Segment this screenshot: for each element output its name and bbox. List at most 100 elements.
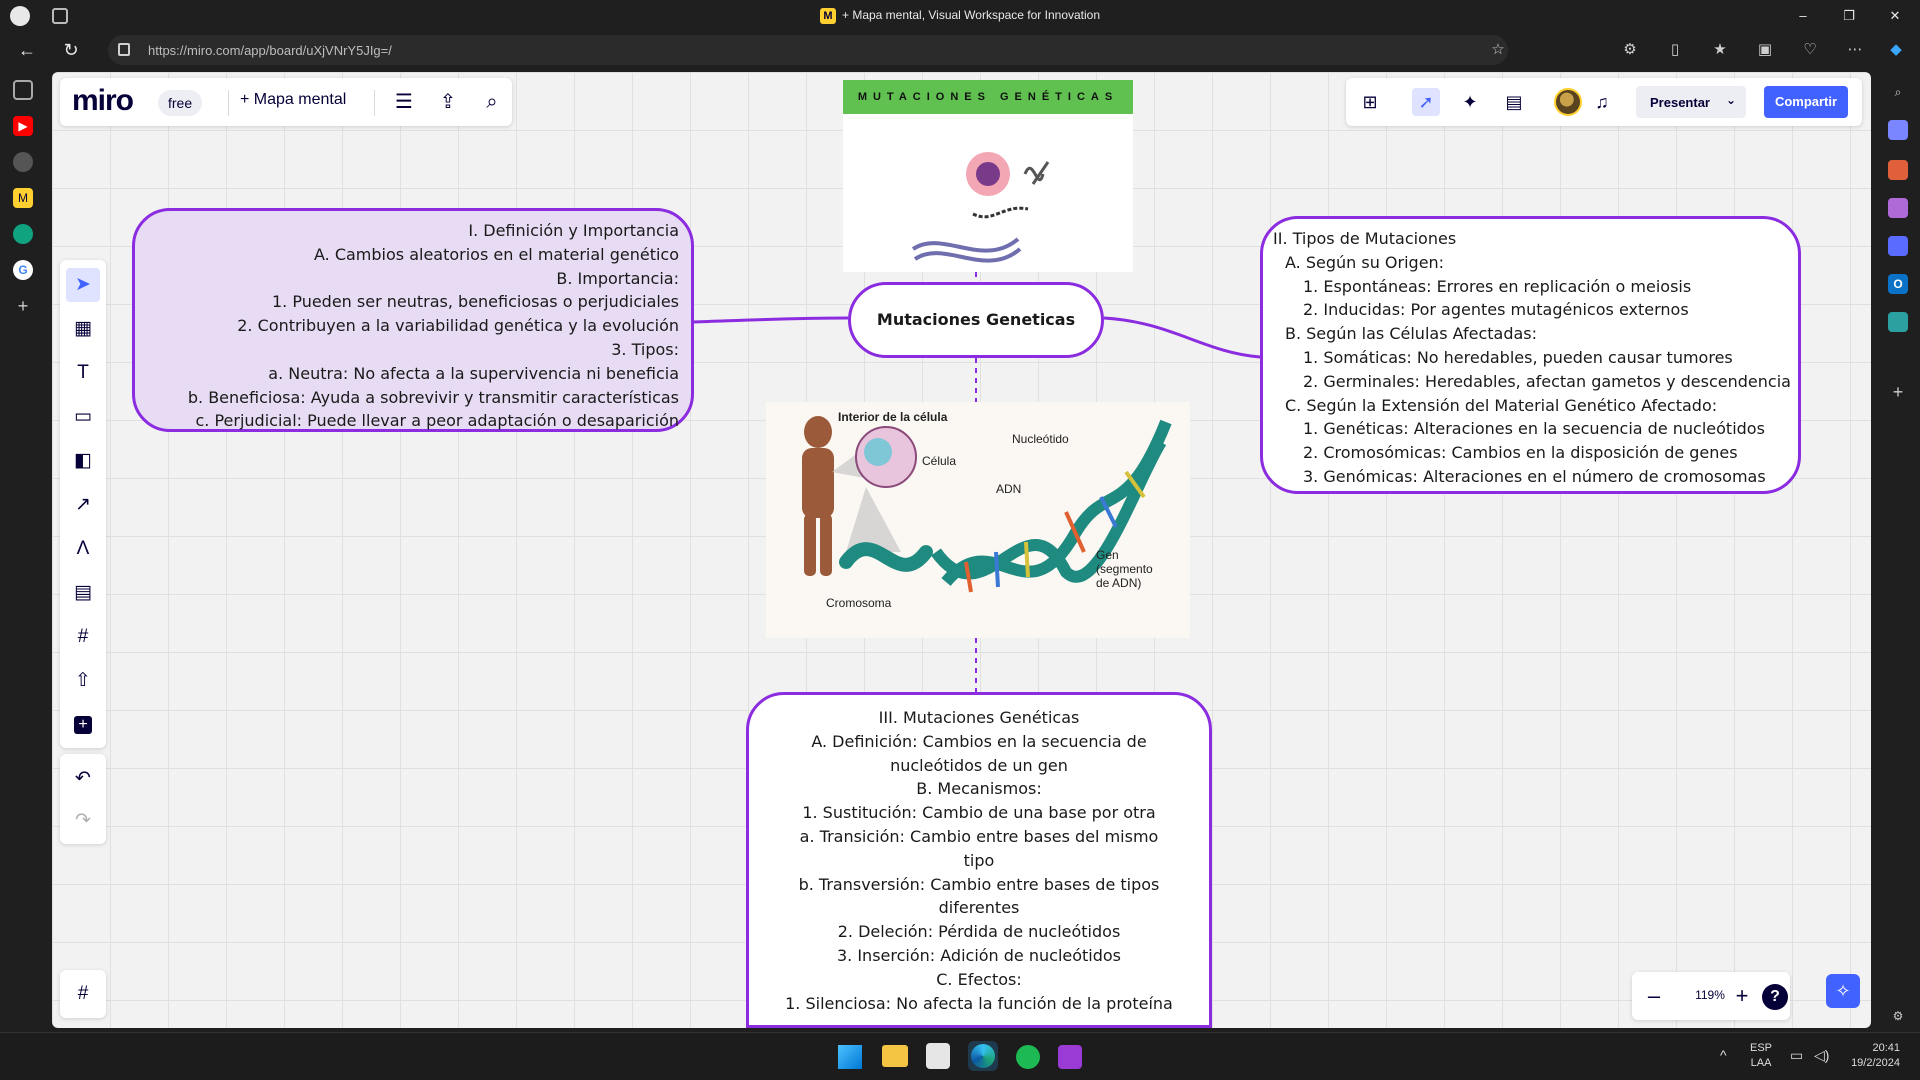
frames-panel: # (60, 970, 106, 1018)
clock[interactable]: 20:41 19/2/2024 (1840, 1041, 1900, 1071)
app-icon[interactable] (13, 152, 33, 172)
store-icon[interactable] (926, 1043, 950, 1069)
redo-icon[interactable]: ↷ (66, 804, 100, 838)
templates-icon[interactable]: ▦ (66, 312, 100, 346)
comment-icon[interactable]: ▤ (66, 576, 100, 610)
add-tab-icon[interactable]: + (13, 296, 33, 316)
notifications-icon[interactable]: ♫ (1588, 88, 1616, 116)
topic-node-types[interactable]: II. Tipos de Mutaciones A. Según su Orig… (1260, 216, 1801, 494)
favorites-icon[interactable]: ★ (1710, 40, 1730, 60)
connector-line-icon[interactable]: ↗ (66, 488, 100, 522)
edge-icon (971, 1044, 995, 1068)
close-window-button[interactable]: ✕ (1872, 4, 1918, 28)
collections-icon[interactable]: ▣ (1755, 40, 1775, 60)
collaboration-toolbar: ⊞ ➚ ✦ ▤ ♫ Presentar ⌄ Compartir (1346, 78, 1862, 126)
tools-icon[interactable] (1888, 160, 1908, 180)
chatgpt-icon[interactable] (13, 224, 33, 244)
share-button[interactable]: Compartir (1764, 86, 1848, 118)
refresh-icon[interactable]: ↻ (58, 38, 84, 64)
url-field[interactable]: https://miro.com/app/board/uXjVNrY5JIg=/ (108, 35, 1508, 65)
topic-node-definition[interactable]: I. Definición y Importancia A. Cambios a… (132, 208, 694, 432)
shapes-icon[interactable]: ◧ (66, 444, 100, 478)
split-screen-icon[interactable]: ▯ (1665, 40, 1685, 60)
miro-tab-icon[interactable]: M (13, 188, 33, 208)
url-text: https://miro.com/app/board/uXjVNrY5JIg=/ (148, 43, 392, 58)
more-tools-icon[interactable]: + (74, 716, 92, 734)
edge-taskbar-item[interactable] (968, 1041, 998, 1071)
extensions-icon[interactable]: ⚙ (1620, 40, 1640, 60)
undo-redo-panel: ↶ ↷ (60, 754, 106, 844)
file-explorer-icon[interactable] (882, 1045, 908, 1067)
search-sidebar-icon[interactable]: ⌕ (1888, 82, 1908, 102)
copilot-sidebar-icon[interactable] (1888, 236, 1908, 256)
select-tool-icon[interactable]: ➤ (66, 268, 100, 302)
mutations-infographic-image[interactable]: MUTACIONES GENÉTICAS (843, 80, 1133, 272)
zoom-controls: – 119% + ? (1632, 972, 1790, 1020)
node-line: 1. Espontáneas: Errores en replicación o… (1303, 276, 1692, 296)
restore-button[interactable]: ❐ (1826, 4, 1872, 28)
more-icon[interactable]: ⋯ (1845, 40, 1865, 60)
reactions-icon[interactable]: ✦ (1456, 88, 1484, 116)
youtube-icon[interactable]: ▶ (13, 116, 33, 136)
browser-essentials-icon[interactable]: ♡ (1800, 40, 1820, 60)
follow-cursor-icon[interactable]: ➚ (1412, 88, 1440, 116)
minimize-button[interactable]: – (1780, 4, 1826, 28)
app-taskbar-icon[interactable] (1058, 1045, 1082, 1069)
label-chromosome: Cromosoma (826, 596, 892, 610)
frames-icon[interactable]: # (66, 977, 100, 1011)
node-line: a. Transición: Cambio entre bases del mi… (799, 826, 1159, 870)
node-line: 1. Pueden ser neutras, beneficiosas o pe… (271, 292, 679, 312)
pen-icon[interactable]: Λ (66, 532, 100, 566)
star-icon[interactable]: ☆ (1488, 40, 1508, 60)
windows-start-icon[interactable] (838, 1045, 862, 1069)
drop-icon[interactable] (1888, 312, 1908, 332)
avatar[interactable] (1554, 88, 1582, 116)
workspaces-icon[interactable] (13, 80, 33, 100)
topic-node-genetic-mutations[interactable]: III. Mutaciones Genéticas A. Definición:… (746, 692, 1212, 1028)
text-tool-icon[interactable]: T (66, 356, 100, 390)
chevron-up-icon[interactable]: ^ (1720, 1047, 1727, 1063)
back-arrow-icon[interactable]: ← (14, 38, 40, 64)
zoom-in-button[interactable]: + (1730, 984, 1754, 1008)
comments-icon[interactable]: ▤ (1500, 88, 1528, 116)
menu-icon[interactable]: ☰ (392, 90, 416, 114)
tag-icon[interactable] (1888, 120, 1908, 140)
label-dna: ADN (996, 482, 1022, 496)
divider (374, 90, 375, 116)
volume-icon[interactable]: ◁) (1814, 1047, 1829, 1064)
network-icon[interactable]: ▭ (1790, 1047, 1803, 1064)
present-button[interactable]: Presentar ⌄ (1636, 86, 1746, 118)
plan-badge[interactable]: free (158, 90, 203, 116)
zoom-level[interactable]: 119% (1690, 988, 1730, 1002)
connector-right (1103, 316, 1261, 359)
search-icon[interactable]: ⌕ (480, 90, 504, 114)
node-line: A. Definición: Cambios en la secuencia d… (811, 731, 1147, 775)
apps-icon[interactable]: ⊞ (1356, 88, 1384, 116)
connector-left (693, 316, 849, 324)
sticky-note-icon[interactable]: ▭ (66, 400, 100, 434)
cell-dna-illustration (911, 152, 1050, 263)
central-topic-node[interactable]: Mutaciones Geneticas (848, 282, 1104, 358)
board-name[interactable]: + Mapa mental (240, 91, 346, 109)
google-icon[interactable]: G (13, 260, 33, 280)
outlook-icon[interactable]: O (1888, 274, 1908, 294)
miro-board-canvas[interactable]: miro free + Mapa mental ☰ ⇪ ⌕ ⊞ ➚ ✦ ▤ ♫ … (52, 72, 1871, 1028)
node-line: b. Beneficiosa: Ayuda a sobrevivir y tra… (187, 387, 679, 407)
frame-icon[interactable]: # (66, 620, 100, 654)
miro-logo[interactable]: miro (72, 84, 134, 118)
export-icon[interactable]: ⇪ (436, 90, 460, 114)
dna-cell-diagram-image[interactable]: Interior de la célula Célula Nucleótido … (766, 402, 1190, 638)
sidebar-settings-icon[interactable]: ⚙ (1888, 1006, 1908, 1026)
help-button[interactable]: ? (1762, 984, 1788, 1010)
copilot-icon[interactable]: ◆ (1886, 40, 1906, 60)
ai-assist-button[interactable]: ✧ (1826, 974, 1860, 1008)
upload-icon[interactable]: ⇧ (66, 664, 100, 698)
zoom-out-button[interactable]: – (1642, 984, 1666, 1008)
node-line: 1. Sustitución: Cambio de una base por o… (802, 803, 1156, 823)
games-icon[interactable] (1888, 198, 1908, 218)
spotify-icon[interactable] (1016, 1045, 1040, 1069)
chevron-down-icon[interactable]: ⌄ (1726, 93, 1736, 107)
undo-icon[interactable]: ↶ (66, 762, 100, 796)
language-indicator[interactable]: ESP LAA (1750, 1041, 1772, 1071)
add-sidebar-app-icon[interactable]: + (1888, 382, 1908, 402)
